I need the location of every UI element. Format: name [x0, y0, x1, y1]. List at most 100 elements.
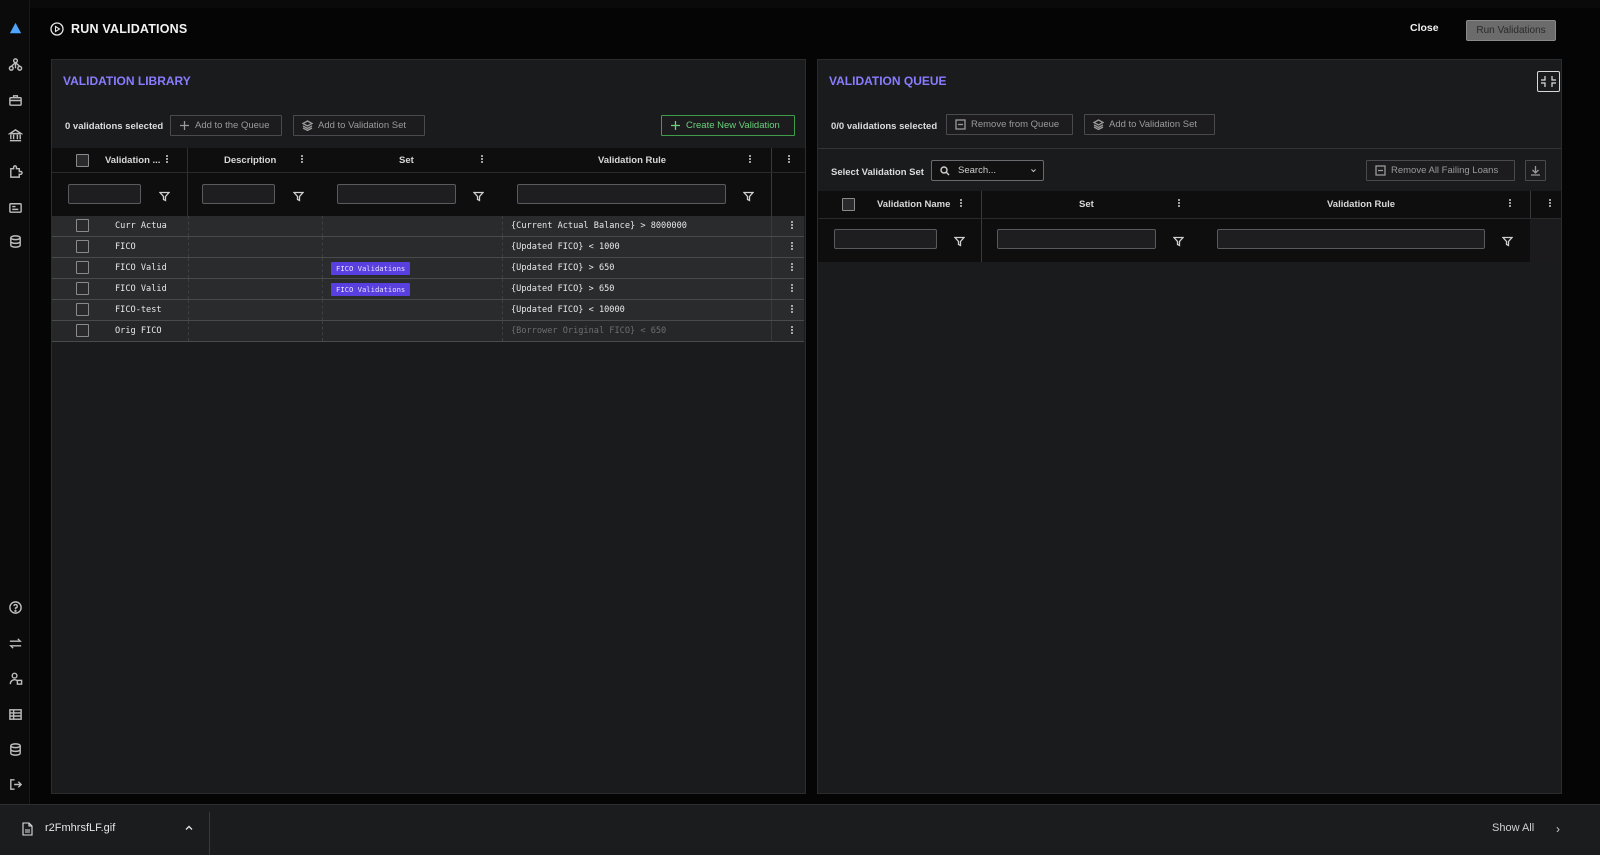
filter-name-input[interactable]	[68, 184, 141, 204]
col-header-name[interactable]: Validation ...	[105, 148, 160, 172]
row-menu-icon[interactable]	[790, 241, 794, 253]
queue-filter-rule-input[interactable]	[1217, 229, 1485, 249]
select-all-checkbox[interactable]	[76, 154, 89, 167]
col-menu-icon[interactable]	[1508, 198, 1512, 210]
col-menu-icon[interactable]	[1177, 198, 1181, 210]
run-validations-button[interactable]: Run Validations	[1466, 20, 1556, 41]
database-icon[interactable]	[7, 233, 23, 249]
grid-menu-icon[interactable]	[787, 154, 791, 166]
col-header-queue-set[interactable]: Set	[1079, 191, 1094, 218]
row-menu-icon[interactable]	[790, 304, 794, 316]
hierarchy-icon[interactable]	[7, 56, 23, 72]
queue-add-to-set-button[interactable]: Add to Validation Set	[1084, 114, 1215, 135]
col-separator	[771, 321, 772, 341]
bank-icon[interactable]	[7, 127, 23, 143]
table-row[interactable]: FICO Valid FICO Validations {Updated FICO}…	[52, 279, 804, 300]
library-add-to-set-button[interactable]: Add to Validation Set	[293, 115, 425, 136]
help-icon[interactable]	[7, 599, 23, 615]
filter-rule-input[interactable]	[517, 184, 726, 204]
validation-set-search[interactable]: Search...	[931, 160, 1044, 181]
cell-divider	[188, 258, 189, 278]
row-menu-icon[interactable]	[790, 283, 794, 295]
chevron-up-icon[interactable]	[184, 823, 194, 833]
table-row[interactable]: Orig FICO {Borrower Original FICO} < 650	[52, 321, 804, 342]
remove-from-queue-label: Remove from Queue	[971, 119, 1060, 130]
col-header-set[interactable]: Set	[399, 148, 414, 172]
table-row[interactable]: Curr Actua {Current Actual Balance} > 800…	[52, 216, 804, 237]
col-header-queue-rule[interactable]: Validation Rule	[1327, 191, 1395, 218]
table-row[interactable]: FICO Valid FICO Validations {Updated FICO}…	[52, 258, 804, 279]
create-new-validation-label: Create New Validation	[686, 120, 780, 131]
cell-divider	[188, 216, 189, 236]
col-separator	[981, 191, 982, 262]
database-icon-2[interactable]	[7, 741, 23, 757]
logo-icon[interactable]	[7, 20, 23, 36]
create-new-validation-button[interactable]: Create New Validation	[661, 115, 795, 136]
validation-library-panel: VALIDATION LIBRARY 0 validations selecte…	[51, 59, 806, 794]
add-to-queue-button[interactable]: Add to the Queue	[170, 115, 282, 136]
grid-menu-icon[interactable]	[1548, 198, 1552, 210]
close-button[interactable]: Close	[1410, 22, 1439, 34]
remove-from-queue-button[interactable]: Remove from Queue	[946, 114, 1073, 135]
col-menu-icon[interactable]	[748, 154, 752, 166]
row-checkbox[interactable]	[76, 303, 89, 316]
row-menu-icon[interactable]	[790, 220, 794, 232]
swap-icon[interactable]	[7, 635, 23, 651]
plus-icon	[671, 121, 680, 130]
download-file-name[interactable]: r2FmhrsfLF.gif	[45, 822, 115, 834]
filter-description-input[interactable]	[202, 184, 275, 204]
id-card-icon[interactable]	[7, 199, 23, 215]
puzzle-icon[interactable]	[7, 163, 23, 179]
col-menu-icon[interactable]	[300, 154, 304, 166]
cell-divider	[188, 300, 189, 320]
cell-divider	[502, 258, 503, 278]
cell-divider	[188, 279, 189, 299]
close-download-bar-icon[interactable]: ›	[1556, 822, 1560, 836]
collapse-button[interactable]	[1537, 71, 1560, 92]
col-separator	[771, 237, 772, 257]
user-lock-icon[interactable]	[7, 670, 23, 686]
row-checkbox[interactable]	[76, 219, 89, 232]
filter-icon[interactable]	[472, 189, 485, 202]
col-separator	[187, 148, 188, 216]
col-header-rule[interactable]: Validation Rule	[598, 148, 666, 172]
col-header-description[interactable]: Description	[224, 148, 276, 172]
show-all-link[interactable]: Show All	[1492, 822, 1534, 834]
row-checkbox[interactable]	[76, 240, 89, 253]
col-separator	[771, 148, 772, 216]
filter-icon[interactable]	[1172, 234, 1185, 247]
row-checkbox[interactable]	[76, 324, 89, 337]
row-validation-rule: {Updated FICO} < 1000	[511, 242, 620, 252]
remove-failing-loans-button[interactable]: Remove All Failing Loans	[1366, 160, 1515, 181]
table-icon[interactable]	[7, 706, 23, 722]
download-button[interactable]	[1525, 160, 1546, 181]
filter-set-input[interactable]	[337, 184, 456, 204]
select-set-label: Select Validation Set	[831, 167, 924, 178]
queue-filter-set-input[interactable]	[997, 229, 1156, 249]
table-row[interactable]: FICO-test {Updated FICO} < 10000	[52, 300, 804, 321]
table-row[interactable]: FICO {Updated FICO} < 1000	[52, 237, 804, 258]
set-badge[interactable]: FICO Validations	[331, 262, 411, 275]
row-menu-icon[interactable]	[790, 325, 794, 337]
queue-filter-name-input[interactable]	[834, 229, 937, 249]
filter-icon[interactable]	[1501, 234, 1514, 247]
minus-box-icon	[955, 119, 966, 130]
set-badge[interactable]: FICO Validations	[331, 283, 411, 296]
col-menu-icon[interactable]	[165, 154, 169, 166]
filter-icon[interactable]	[292, 189, 305, 202]
filter-icon[interactable]	[158, 189, 171, 202]
row-checkbox[interactable]	[76, 282, 89, 295]
row-validation-name: Curr Actua	[115, 221, 167, 231]
row-checkbox[interactable]	[76, 261, 89, 274]
queue-select-all-checkbox[interactable]	[842, 198, 855, 211]
row-menu-icon[interactable]	[790, 262, 794, 274]
briefcase-icon[interactable]	[7, 92, 23, 108]
logout-icon[interactable]	[7, 776, 23, 792]
queue-selected-count: 0/0 validations selected	[831, 121, 938, 132]
col-menu-icon[interactable]	[959, 198, 963, 210]
search-icon	[940, 165, 950, 175]
filter-icon[interactable]	[742, 189, 755, 202]
col-menu-icon[interactable]	[480, 154, 484, 166]
col-header-validation-name[interactable]: Validation Name	[877, 191, 950, 218]
filter-icon[interactable]	[953, 234, 966, 247]
